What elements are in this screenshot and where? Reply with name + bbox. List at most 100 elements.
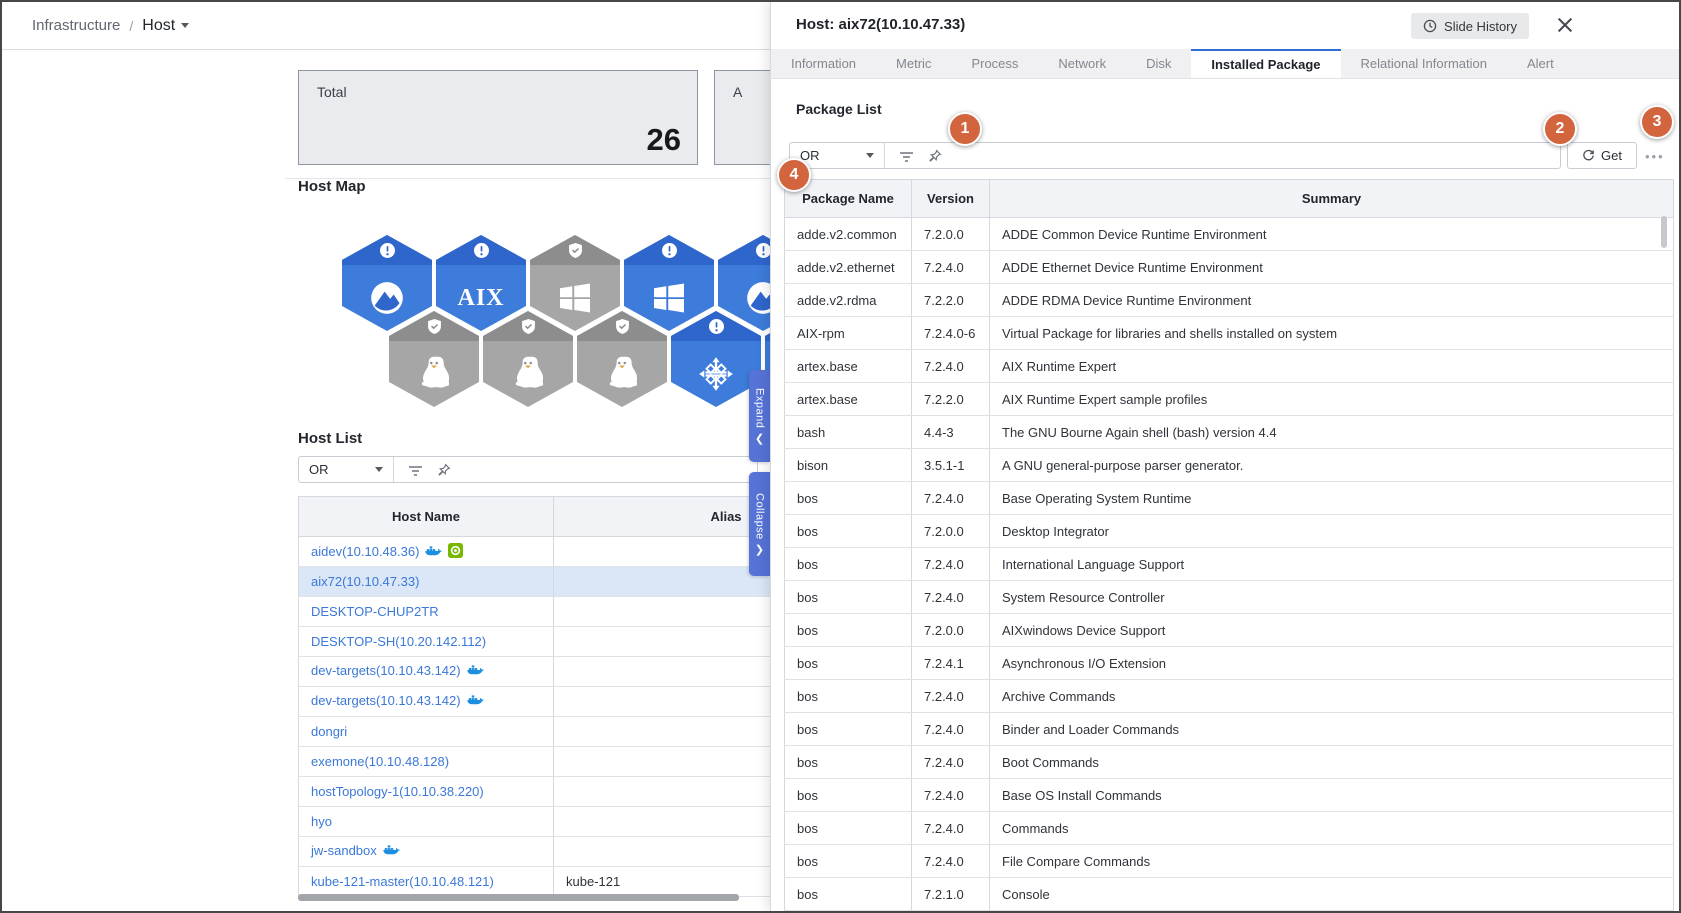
host-link[interactable]: dongri <box>311 724 347 739</box>
host-table-row[interactable]: dev-targets(10.10.43.142) <box>298 656 770 687</box>
col-host-name[interactable]: Host Name <box>298 496 554 537</box>
clock-icon <box>1423 19 1437 33</box>
host-table-row[interactable]: kube-121-master(10.10.48.121) kube-121 <box>298 866 770 897</box>
operator-select[interactable]: OR <box>299 457 394 482</box>
status-badge-icon <box>342 243 432 258</box>
host-table-row[interactable]: aidev(10.10.48.36) <box>298 536 770 567</box>
host-link[interactable]: dev-targets(10.10.43.142) <box>311 663 461 678</box>
breadcrumb-section[interactable]: Infrastructure <box>32 17 120 34</box>
hexagon-host-tux[interactable] <box>483 311 573 407</box>
package-table-row[interactable]: bos 7.2.1.0 Console <box>784 877 1674 911</box>
package-summary-cell: AIX Runtime Expert sample profiles <box>989 382 1674 416</box>
hexagon-host-aix[interactable]: AIX <box>436 235 526 331</box>
panel-tab[interactable]: Installed Package <box>1191 49 1341 78</box>
package-name-cell: bos <box>784 514 912 548</box>
package-table-row[interactable]: bos 7.2.4.0 Binder and Loader Commands <box>784 712 1674 746</box>
panel-tab[interactable]: Disk <box>1126 49 1191 78</box>
panel-tab[interactable]: Information <box>771 49 876 78</box>
host-link[interactable]: DESKTOP-CHUP2TR <box>311 604 439 619</box>
breadcrumb-current[interactable]: Host <box>142 17 190 35</box>
package-table-row[interactable]: bash 4.4-3 The GNU Bourne Again shell (b… <box>784 415 1674 449</box>
host-table-row[interactable]: aix72(10.10.47.33) <box>298 566 770 597</box>
host-link[interactable]: hostTopology-1(10.10.38.220) <box>311 784 484 799</box>
col-version[interactable]: Version <box>911 179 990 218</box>
package-table-row[interactable]: adde.v2.ethernet 7.2.4.0 ADDE Ethernet D… <box>784 250 1674 284</box>
close-icon[interactable] <box>1556 16 1574 34</box>
chevron-down-icon <box>181 23 190 28</box>
panel-tab[interactable]: Relational Information <box>1341 49 1507 78</box>
package-table-row[interactable]: bos 7.2.0.0 AIXwindows Device Support <box>784 613 1674 647</box>
host-link[interactable]: dev-targets(10.10.43.142) <box>311 693 461 708</box>
slide-history-button[interactable]: Slide History <box>1411 13 1529 39</box>
package-table-row[interactable]: bos 7.2.4.0 Base Operating System Runtim… <box>784 481 1674 515</box>
host-link[interactable]: kube-121-master(10.10.48.121) <box>311 874 494 889</box>
host-link[interactable]: jw-sandbox <box>311 843 377 858</box>
package-table-row[interactable]: bos 7.2.4.0 File Compare Commands <box>784 844 1674 878</box>
host-table-row[interactable]: jw-sandbox <box>298 836 770 867</box>
vertical-scrollbar[interactable] <box>1661 216 1667 248</box>
package-table-row[interactable]: bos 7.2.4.1 Asynchronous I/O Extension <box>784 646 1674 680</box>
host-table-row[interactable]: hyo <box>298 806 770 837</box>
get-label: Get <box>1601 148 1622 163</box>
hexagon-host-agent[interactable] <box>342 235 432 331</box>
package-table-row[interactable]: bison 3.5.1-1 A GNU general-purpose pars… <box>784 448 1674 482</box>
hexagon-host-centos[interactable] <box>671 311 761 407</box>
host-alias-cell <box>553 596 770 627</box>
collapse-button[interactable]: Collapse ❯ <box>749 472 770 576</box>
package-summary-cell: Boot Commands <box>989 745 1674 779</box>
hexagon-host-tux[interactable] <box>389 311 479 407</box>
host-icons <box>377 843 400 858</box>
package-summary-cell: Base OS Install Commands <box>989 778 1674 812</box>
package-name-cell: bos <box>784 613 912 647</box>
panel-title: Host: aix72(10.10.47.33) <box>796 16 966 33</box>
package-table-row[interactable]: bos 7.2.0.0 Desktop Integrator <box>784 514 1674 548</box>
host-table-row[interactable]: exemone(10.10.48.128) <box>298 746 770 777</box>
hexagon-host-windows[interactable] <box>530 235 620 331</box>
package-table-row[interactable]: bos 7.2.4.0 Base OS Install Commands <box>784 778 1674 812</box>
expand-button[interactable]: Expand ❮ <box>749 370 770 462</box>
col-alias[interactable]: Alias <box>553 496 770 537</box>
package-table-row[interactable]: adde.v2.common 7.2.0.0 ADDE Common Devic… <box>784 217 1674 251</box>
package-table-row[interactable]: bos 7.2.4.0 Commands <box>784 811 1674 845</box>
host-link[interactable]: hyo <box>311 814 332 829</box>
package-table-row[interactable]: artex.base 7.2.4.0 AIX Runtime Expert <box>784 349 1674 383</box>
partial-card: A <box>714 70 770 165</box>
package-name-cell: bos <box>784 778 912 812</box>
host-table-row[interactable]: dongri <box>298 716 770 747</box>
panel-tab[interactable]: Process <box>951 49 1038 78</box>
host-table-row[interactable]: DESKTOP-SH(10.20.142.112) <box>298 626 770 657</box>
package-table-row[interactable]: artex.base 7.2.2.0 AIX Runtime Expert sa… <box>784 382 1674 416</box>
host-link[interactable]: exemone(10.10.48.128) <box>311 754 449 769</box>
host-table-row[interactable]: DESKTOP-CHUP2TR <box>298 596 770 627</box>
filter-lines-icon[interactable] <box>408 464 423 476</box>
host-link[interactable]: aix72(10.10.47.33) <box>311 574 419 589</box>
package-table-row[interactable]: bos 7.2.4.0 Archive Commands <box>784 679 1674 713</box>
app-window: Infrastructure / Host Filters Host Group <box>0 0 1681 913</box>
hexagon-host-windows[interactable] <box>624 235 714 331</box>
panel-tab[interactable]: Network <box>1038 49 1126 78</box>
host-link[interactable]: aidev(10.10.48.36) <box>311 544 419 559</box>
host-link[interactable]: DESKTOP-SH(10.20.142.112) <box>311 634 486 649</box>
host-table-row[interactable]: dev-targets(10.10.43.142) <box>298 686 770 717</box>
filter-lines-icon[interactable] <box>899 150 914 162</box>
panel-tab[interactable]: Alert <box>1507 49 1574 78</box>
more-menu-icon[interactable]: ••• <box>1645 149 1671 164</box>
package-name-cell: bison <box>784 448 912 482</box>
horizontal-scrollbar[interactable] <box>298 894 739 901</box>
package-table-row[interactable]: bos 7.2.4.0 International Language Suppo… <box>784 547 1674 581</box>
package-name-cell: adde.v2.common <box>784 217 912 251</box>
col-summary[interactable]: Summary <box>989 179 1674 218</box>
package-table-row[interactable]: bos 7.2.4.0 Boot Commands <box>784 745 1674 779</box>
host-table-row[interactable]: hostTopology-1(10.10.38.220) <box>298 776 770 807</box>
package-table-row[interactable]: AIX-rpm 7.2.4.0-6 Virtual Package for li… <box>784 316 1674 350</box>
package-version-cell: 7.2.4.0 <box>911 778 990 812</box>
get-button[interactable]: Get <box>1567 142 1637 169</box>
pin-icon[interactable] <box>437 462 451 477</box>
package-table-row[interactable]: bos 7.2.4.0 System Resource Controller <box>784 580 1674 614</box>
panel-tab[interactable]: Metric <box>876 49 951 78</box>
package-table-row[interactable]: adde.v2.rdma 7.2.2.0 ADDE RDMA Device Ru… <box>784 283 1674 317</box>
hexagon-host-tux[interactable] <box>577 311 667 407</box>
pin-icon[interactable] <box>928 148 942 163</box>
host-name-cell: dev-targets(10.10.43.142) <box>298 656 554 687</box>
host-name-cell: aidev(10.10.48.36) <box>298 536 554 567</box>
